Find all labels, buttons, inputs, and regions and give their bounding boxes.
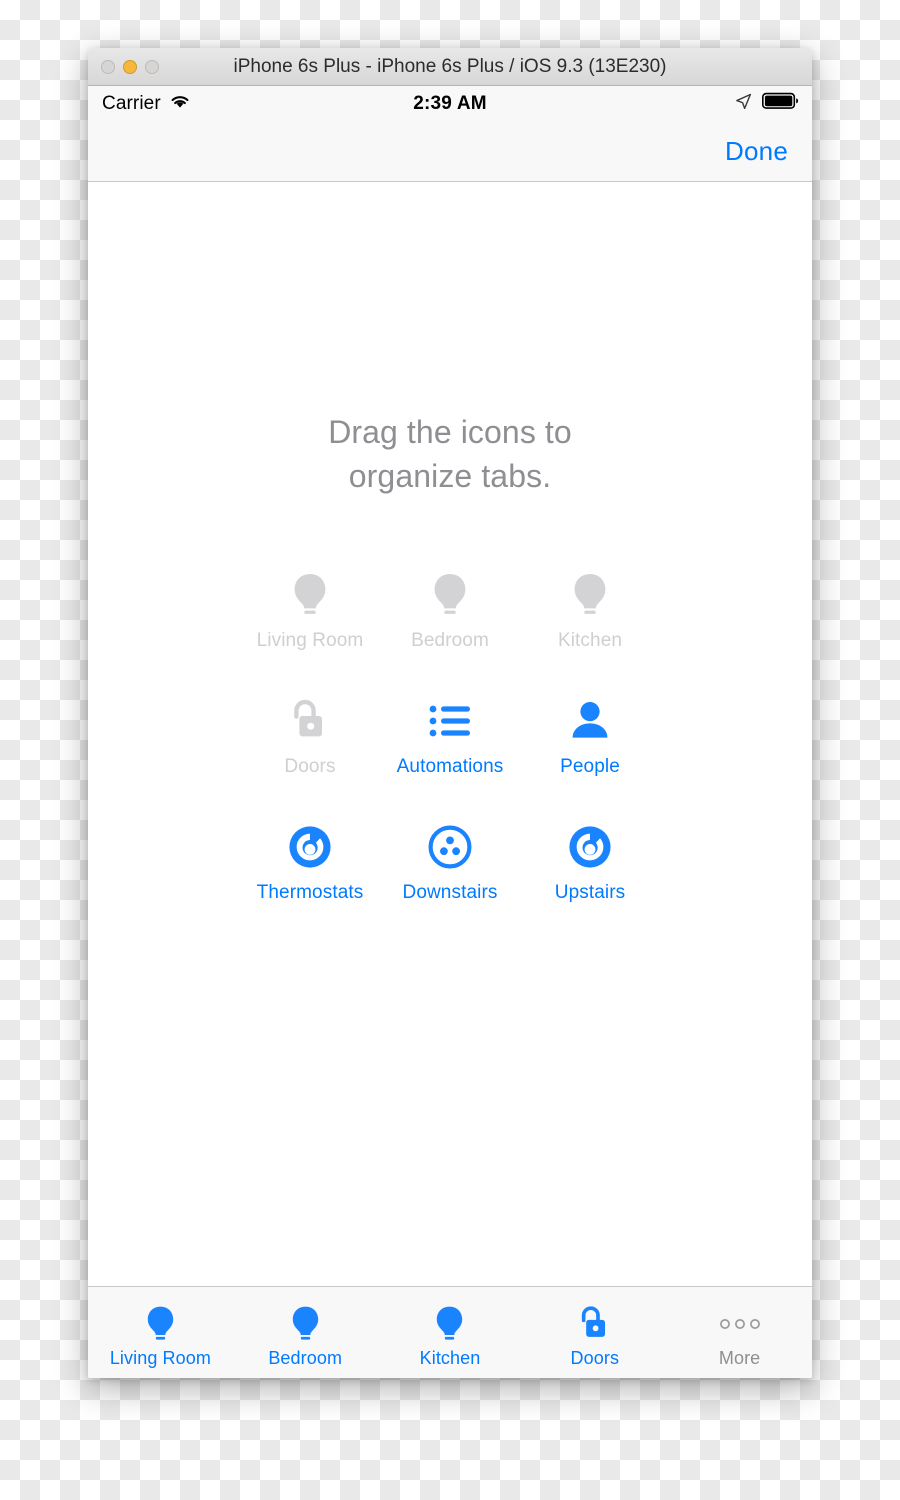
close-window-button[interactable] xyxy=(101,59,115,74)
grid-item-thermostats[interactable]: Thermostats xyxy=(240,822,380,904)
thermostat-dial-icon xyxy=(287,822,333,872)
tab-label: Kitchen xyxy=(419,1348,481,1368)
grid-item-kitchen[interactable]: Kitchen xyxy=(520,570,660,652)
ios-status-bar: Carrier 2:39 AM xyxy=(88,86,812,122)
lightbulb-icon xyxy=(570,570,610,620)
tab-living-room[interactable]: Living Room xyxy=(88,1287,233,1378)
grid-item-label: Doors xyxy=(284,756,336,778)
icon-grid-row: Thermostats Downstairs Upstairs xyxy=(88,822,812,904)
thermostat-dial-icon xyxy=(567,822,613,872)
traffic-light-group xyxy=(101,59,159,74)
wifi-icon xyxy=(169,93,191,115)
status-bar-time: 2:39 AM xyxy=(413,93,487,114)
zoom-window-button[interactable] xyxy=(145,59,159,74)
instructions-line-1: Drag the icons to xyxy=(328,414,572,450)
tab-bedroom[interactable]: Bedroom xyxy=(233,1287,378,1378)
tab-label: Living Room xyxy=(109,1348,211,1368)
simulator-window: iPhone 6s Plus - iPhone 6s Plus / iOS 9.… xyxy=(88,48,812,1378)
tab-label: Bedroom xyxy=(268,1348,343,1368)
icon-grid-row: Living Room Bedroom Kitchen xyxy=(88,570,812,652)
lightbulb-icon xyxy=(144,1302,177,1346)
tab-kitchen[interactable]: Kitchen xyxy=(378,1287,523,1378)
window-title: iPhone 6s Plus - iPhone 6s Plus / iOS 9.… xyxy=(233,55,667,77)
instructions-text: Drag the icons to organize tabs. xyxy=(328,410,572,498)
grid-item-label: Automations xyxy=(396,756,504,778)
grid-item-label: Upstairs xyxy=(554,882,626,904)
done-button[interactable]: Done xyxy=(723,132,790,171)
tab-more[interactable]: More xyxy=(667,1287,812,1378)
grid-item-bedroom[interactable]: Bedroom xyxy=(380,570,520,652)
ios-navigation-bar: Done xyxy=(88,122,812,182)
lightbulb-icon xyxy=(290,570,330,620)
ios-tab-bar: Living Room Bedroom Kitchen Doors More xyxy=(88,1286,812,1378)
tab-label: Doors xyxy=(570,1348,620,1368)
tab-doors[interactable]: Doors xyxy=(522,1287,667,1378)
draggable-icon-grid: Living Room Bedroom Kitchen Doors Automa… xyxy=(88,570,812,904)
grid-item-downstairs[interactable]: Downstairs xyxy=(380,822,520,904)
grid-item-label: Bedroom xyxy=(411,630,489,652)
status-bar-left: Carrier xyxy=(102,93,191,115)
window-titlebar: iPhone 6s Plus - iPhone 6s Plus / iOS 9.… xyxy=(88,48,812,86)
lightbulb-icon xyxy=(289,1302,322,1346)
grid-item-automations[interactable]: Automations xyxy=(380,696,520,778)
three-dots-circle-icon xyxy=(427,822,473,872)
more-dots-icon xyxy=(718,1302,762,1346)
minimize-window-button[interactable] xyxy=(123,59,137,74)
grid-item-people[interactable]: People xyxy=(520,696,660,778)
grid-item-living-room[interactable]: Living Room xyxy=(240,570,380,652)
lightbulb-icon xyxy=(433,1302,466,1346)
bulleted-list-icon xyxy=(428,696,472,746)
grid-item-label: Thermostats xyxy=(256,882,364,904)
icon-grid-row: Doors Automations People xyxy=(88,696,812,778)
location-arrow-icon xyxy=(734,92,753,117)
person-icon xyxy=(569,696,611,746)
battery-full-icon xyxy=(762,92,800,116)
lightbulb-icon xyxy=(430,570,470,620)
grid-item-upstairs[interactable]: Upstairs xyxy=(520,822,660,904)
status-bar-right xyxy=(734,92,800,117)
grid-item-label: People xyxy=(560,756,620,778)
grid-item-doors[interactable]: Doors xyxy=(240,696,380,778)
tab-label: More xyxy=(718,1348,761,1368)
grid-item-label: Kitchen xyxy=(557,630,623,652)
grid-item-label: Living Room xyxy=(256,630,364,652)
unlocked-padlock-icon xyxy=(577,1302,613,1346)
grid-item-label: Downstairs xyxy=(402,882,498,904)
carrier-label: Carrier xyxy=(102,93,161,114)
customize-tabs-content: Drag the icons to organize tabs. Living … xyxy=(88,182,812,1286)
unlocked-padlock-icon xyxy=(289,696,331,746)
instructions-line-2: organize tabs. xyxy=(348,458,552,495)
